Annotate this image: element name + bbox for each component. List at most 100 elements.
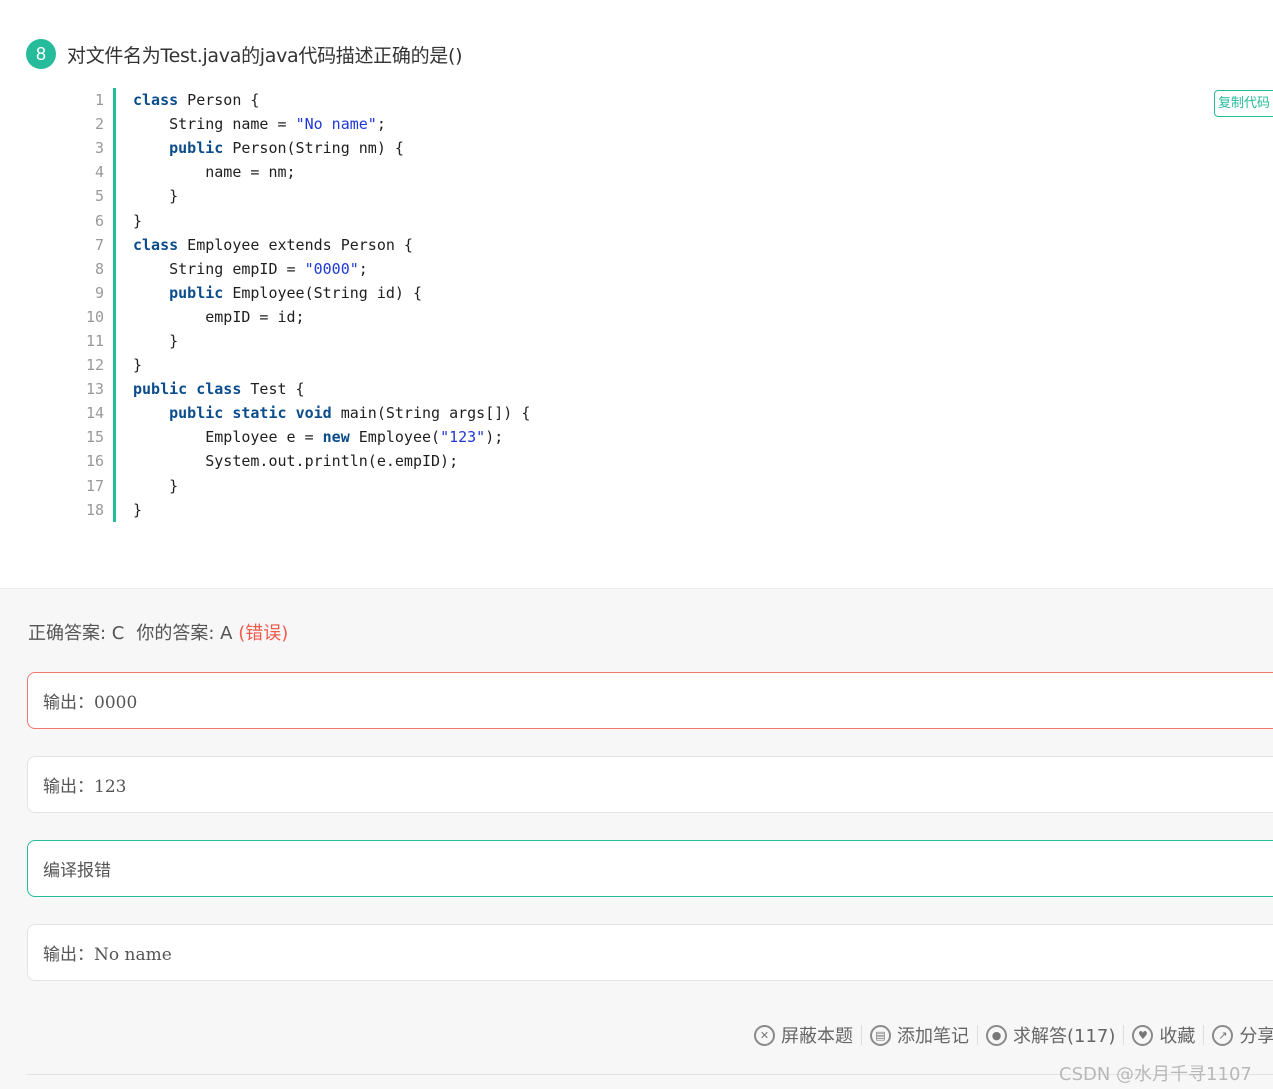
ask-answer-button[interactable]: ● 求解答(117) xyxy=(986,1022,1115,1048)
code-text: } xyxy=(116,501,142,519)
ask-answer-label: 求解答(117) xyxy=(1013,1026,1116,1047)
code-line: 17 } xyxy=(0,473,1200,498)
line-number: 6 xyxy=(94,211,104,230)
code-text: public static void main(String args[]) { xyxy=(116,404,530,422)
code-token: String empID = xyxy=(133,259,305,278)
code-token: } xyxy=(133,500,143,519)
code-token: Person { xyxy=(178,91,260,110)
code-line: 16 System.out.println(e.empID); xyxy=(0,449,1200,474)
code-text: } xyxy=(116,212,142,230)
line-number: 13 xyxy=(85,380,104,399)
code-keyword: class xyxy=(196,380,242,399)
add-note-button[interactable]: ▤ 添加笔记 xyxy=(870,1022,969,1048)
line-number: 11 xyxy=(85,331,104,350)
line-number: 17 xyxy=(85,476,104,495)
question-number-badge: 8 xyxy=(26,39,56,69)
code-text: } xyxy=(116,187,178,205)
code-text: String empID = "0000"; xyxy=(116,260,368,278)
code-text: System.out.println(e.empID); xyxy=(116,452,458,470)
code-line: 14 public static void main(String args[]… xyxy=(0,401,1200,426)
question-toolbar: ✕ 屏蔽本题 ▤ 添加笔记 ● 求解答(117) ♥ 收藏 ↗ 分享 xyxy=(754,1021,1273,1049)
code-token: } xyxy=(133,211,143,230)
code-line: 12} xyxy=(0,353,1200,378)
code-token: empID = id; xyxy=(133,307,305,326)
option-a[interactable]: 输出：0000 xyxy=(27,672,1273,729)
code-line: 7 class Employee extends Person { xyxy=(0,232,1200,257)
line-number: 2 xyxy=(94,115,104,134)
code-text: Employee e = new Employee("123"); xyxy=(116,428,503,446)
line-number: 15 xyxy=(85,428,104,447)
code-token: } xyxy=(133,476,179,495)
line-number: 9 xyxy=(94,283,104,302)
option-d[interactable]: 输出：No name xyxy=(27,924,1273,981)
option-c-text: 编译报错 xyxy=(43,861,111,881)
code-text: } xyxy=(116,356,142,374)
toolbar-divider xyxy=(861,1025,862,1045)
share-icon: ↗ xyxy=(1212,1024,1234,1046)
code-token: name = nm; xyxy=(133,163,296,182)
code-line: 18} xyxy=(0,497,1200,522)
code-token: ; xyxy=(376,115,386,134)
code-line: 8 String empID = "0000"; xyxy=(0,256,1200,281)
question-title: 对文件名为Test.java的java代码描述正确的是() xyxy=(67,44,463,67)
code-keyword: public xyxy=(133,380,188,399)
option-d-text: 输出：No name xyxy=(43,945,172,965)
code-keyword: void xyxy=(295,404,332,423)
line-number: 18 xyxy=(85,500,104,519)
code-line: 13 public class Test { xyxy=(0,377,1200,402)
line-number: 4 xyxy=(94,163,104,182)
heart-icon: ♥ xyxy=(1132,1024,1154,1046)
code-keyword: public xyxy=(169,139,224,158)
code-line: 3 public Person(String nm) { xyxy=(0,136,1200,161)
code-keyword: class xyxy=(133,235,179,254)
code-text: public class Test { xyxy=(116,380,305,398)
code-line: 6} xyxy=(0,208,1200,233)
code-token: } xyxy=(133,356,143,375)
code-token: Test { xyxy=(241,380,305,399)
line-number: 1 xyxy=(94,91,104,110)
code-line: 15 Employee e = new Employee("123"); xyxy=(0,425,1200,450)
code-text: public Person(String nm) { xyxy=(116,139,404,157)
code-token: Employee( xyxy=(349,428,441,447)
your-answer-label: 你的答案: A xyxy=(136,623,233,644)
code-token: ; xyxy=(358,259,368,278)
code-text: public Employee(String id) { xyxy=(116,284,422,302)
line-number: 3 xyxy=(94,139,104,158)
book-icon: ▤ xyxy=(870,1024,891,1046)
code-text: class Person { xyxy=(116,91,259,109)
toolbar-divider xyxy=(1123,1025,1125,1045)
line-number: 5 xyxy=(94,187,104,206)
copy-code-button[interactable]: 复制代码 xyxy=(1214,90,1273,117)
code-token: Employee(String id) { xyxy=(223,283,422,302)
option-b[interactable]: 输出：123 xyxy=(27,756,1273,813)
code-keyword: new xyxy=(322,428,350,447)
code-token: Employee e = xyxy=(133,428,323,447)
code-text: name = nm; xyxy=(116,163,296,182)
favorite-button[interactable]: ♥ 收藏 xyxy=(1132,1022,1195,1048)
code-token: } xyxy=(133,331,179,350)
toolbar-divider xyxy=(1203,1025,1205,1045)
share-button[interactable]: ↗ 分享 xyxy=(1212,1022,1273,1048)
hide-question-button[interactable]: ✕ 屏蔽本题 xyxy=(754,1022,853,1048)
option-c[interactable]: 编译报错 xyxy=(27,840,1273,897)
correct-answer-label: 正确答案: C xyxy=(28,623,125,644)
code-string: "123" xyxy=(440,428,486,447)
line-number: 12 xyxy=(85,356,104,375)
code-line: 10 empID = id; xyxy=(0,304,1200,329)
code-line: 9 public Employee(String id) { xyxy=(0,280,1200,305)
line-number: 7 xyxy=(94,235,104,254)
code-keyword: class xyxy=(133,91,179,110)
line-number: 14 xyxy=(85,404,104,423)
question-header: 8 对文件名为Test.java的java代码描述正确的是() xyxy=(26,38,463,70)
code-keyword: static xyxy=(232,404,287,423)
answer-summary: 正确答案: C 你的答案: A (错误) xyxy=(28,619,288,645)
line-number: 10 xyxy=(85,307,104,326)
watermark: CSDN @水月千寻1107 xyxy=(1059,1064,1252,1085)
close-circle-icon: ✕ xyxy=(754,1024,775,1046)
hide-question-label: 屏蔽本题 xyxy=(781,1026,853,1047)
